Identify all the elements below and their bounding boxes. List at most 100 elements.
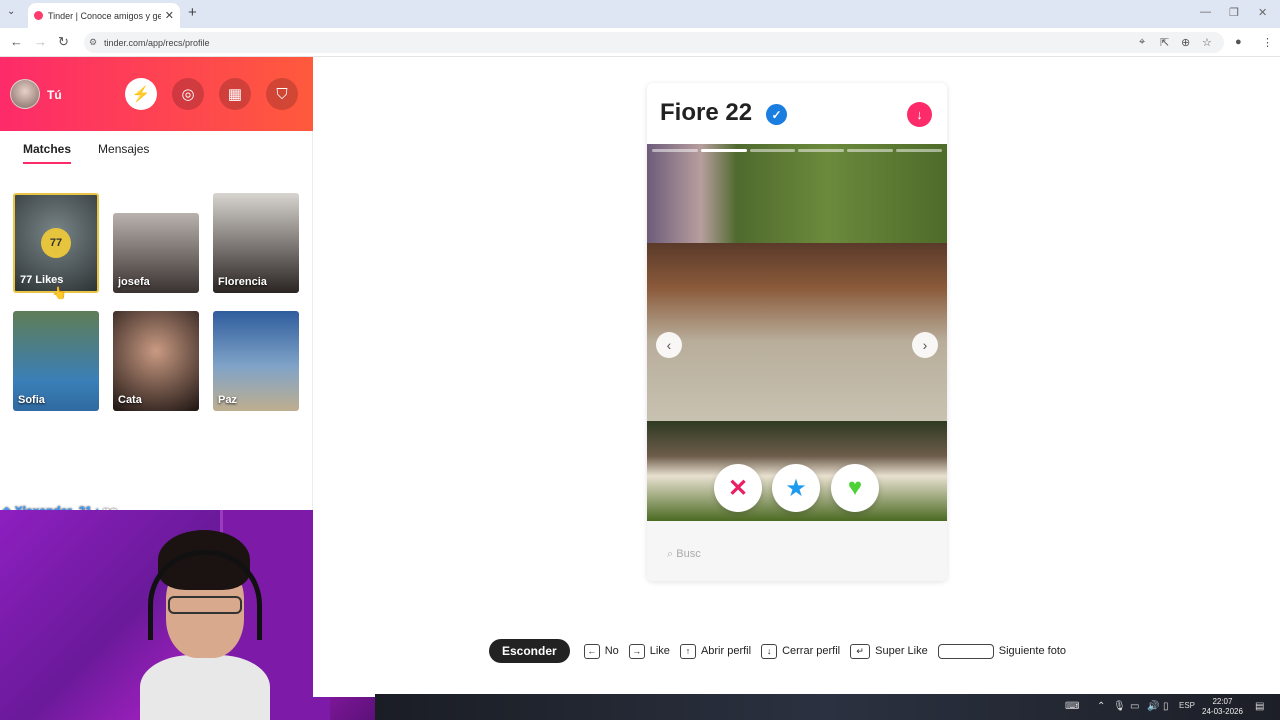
network-icon[interactable]: ▭ — [1130, 701, 1139, 712]
likes-count-badge: 77 — [41, 228, 71, 258]
match-card-sofia[interactable]: Sofia — [13, 311, 99, 411]
browser-tab[interactable]: Tinder | Conoce amigos y gente ✕ — [28, 3, 180, 28]
maximize-icon[interactable]: ❐ — [1229, 6, 1239, 19]
user-name[interactable]: Tú — [47, 88, 62, 102]
install-app-icon[interactable]: ⇱ — [1160, 36, 1169, 49]
shortcut-like: → Like — [628, 643, 670, 659]
battery-icon[interactable]: ▯ — [1163, 701, 1169, 712]
windows-taskbar: ⌨ ⌃ 🎙 ▭ 🔊 ▯ ESP 22:07 24-03-2026 ▤ — [375, 694, 1280, 720]
match-name: Sofia — [18, 394, 45, 406]
match-card-paz[interactable]: Paz — [213, 311, 299, 411]
profile-photo-1[interactable] — [647, 144, 947, 243]
forward-arrow-icon[interactable]: → — [34, 34, 47, 49]
likes-card[interactable]: 77 77 Likes — [13, 193, 99, 293]
match-name: Paz — [218, 394, 237, 406]
location-icon[interactable]: ⌖ — [1139, 36, 1145, 49]
shortcut-label: Siguiente foto — [998, 645, 1067, 657]
down-arrow-key-icon: ↓ — [761, 643, 778, 659]
shortcut-label: Abrir perfil — [700, 645, 752, 657]
avatar[interactable] — [10, 79, 40, 109]
previous-photo-chevron-left-icon[interactable]: ‹ — [656, 332, 682, 358]
profile-icon[interactable]: ● — [1235, 36, 1242, 48]
notifications-icon[interactable]: ▤ — [1255, 701, 1264, 712]
nope-button[interactable]: ✕ — [714, 464, 762, 512]
sidebar-tabs: Matches Mensajes — [23, 142, 149, 164]
enter-key-icon: ↵ — [850, 643, 871, 659]
profile-name-age: Fiore 22 — [660, 99, 753, 126]
tab-mensajes[interactable]: Mensajes — [98, 142, 149, 164]
space-key-icon — [937, 643, 994, 659]
heart-icon: ♥ — [847, 474, 863, 501]
photo-progress-segment — [652, 149, 698, 152]
url-field[interactable]: ⚙ tinder.com/app/recs/profile — [84, 32, 1224, 53]
shortcut-next-photo: Siguiente foto — [937, 643, 1067, 659]
match-card-cata[interactable]: Cata — [113, 311, 199, 411]
chevron-up-icon[interactable]: ⌃ — [1097, 701, 1105, 712]
shortcut-close-profile: ↓ Cerrar perfil — [761, 643, 841, 659]
back-arrow-icon[interactable]: ← — [10, 34, 23, 49]
shortcut-no: ← No — [583, 643, 619, 659]
up-arrow-key-icon: ↑ — [679, 643, 696, 659]
menu-dots-icon[interactable]: ⋮ — [1262, 36, 1273, 49]
search-icon: ⌕ — [667, 548, 674, 560]
like-button[interactable]: ♥ — [831, 464, 879, 512]
profile-photo-2[interactable] — [647, 243, 947, 421]
tab-title: Tinder | Conoce amigos y gente — [48, 10, 161, 21]
next-photo-chevron-right-icon[interactable]: › — [912, 332, 938, 358]
photo-progress-bar — [652, 149, 942, 152]
match-card-florencia[interactable]: Florencia — [213, 193, 299, 293]
volume-icon[interactable]: 🔊 — [1147, 701, 1159, 712]
reload-icon[interactable]: ↻ — [58, 34, 69, 50]
close-tab-icon[interactable]: ✕ — [165, 9, 174, 22]
site-info-icon[interactable]: ⚙ — [89, 37, 97, 48]
search-placeholder: Busc — [676, 548, 701, 560]
explore-compass-icon[interactable]: ◎ — [172, 78, 204, 110]
clock[interactable]: 22:07 24-03-2026 — [1202, 697, 1243, 717]
photo-progress-segment — [896, 149, 942, 152]
new-tab-plus-icon[interactable]: + — [188, 4, 197, 21]
photo-progress-segment — [798, 149, 845, 152]
keyboard-shortcuts-bar: Esconder ← No → Like ↑ Abrir perfil ↓ Cerrar… — [489, 639, 1076, 663]
match-name: Florencia — [218, 276, 267, 288]
close-profile-arrow-down-icon[interactable]: ↓ — [907, 102, 932, 127]
clock-date: 24-03-2026 — [1202, 707, 1243, 716]
x-icon: ✕ — [727, 474, 749, 502]
match-name: Cata — [118, 394, 142, 406]
tab-search-chevron-icon[interactable]: ⌄ — [7, 6, 15, 17]
match-name: josefa — [118, 276, 150, 288]
bookmark-star-icon[interactable]: ☆ — [1202, 36, 1212, 49]
photo-progress-segment — [847, 149, 894, 152]
star-icon: ★ — [785, 474, 807, 502]
webcam-person-body — [140, 655, 270, 720]
main-content: Fiore 22 ✓ ↓ ‹ › ⌕ Busc — [313, 57, 1280, 697]
left-arrow-key-icon: ← — [583, 643, 600, 659]
clock-time: 22:07 — [1212, 697, 1233, 706]
address-bar: ← → ↻ ⚙ tinder.com/app/recs/profile ⌖ ⇱ … — [0, 28, 1280, 57]
briefcase-icon[interactable]: ▦ — [219, 78, 251, 110]
safety-shield-icon[interactable]: ⛉ — [266, 78, 298, 110]
shortcut-label: No — [604, 645, 619, 657]
tinder-favicon-icon — [34, 11, 43, 20]
boost-lightning-icon[interactable]: ⚡ — [125, 78, 157, 110]
shortcut-label: Super Like — [875, 645, 928, 657]
hide-shortcuts-button[interactable]: Esconder — [489, 639, 570, 663]
photo-progress-segment — [700, 149, 747, 152]
verified-badge-icon: ✓ — [766, 104, 787, 125]
language-indicator[interactable]: ESP — [1179, 701, 1195, 710]
close-window-icon[interactable]: ✕ — [1258, 6, 1267, 19]
pointing-hand-icon: 👆 — [52, 286, 67, 300]
match-card-josefa[interactable]: josefa — [113, 213, 199, 293]
tab-matches[interactable]: Matches — [23, 142, 72, 164]
likes-label: 77 Likes — [20, 274, 64, 286]
url-text: tinder.com/app/recs/profile — [104, 37, 210, 48]
microphone-icon[interactable]: 🎙 — [1113, 701, 1126, 712]
shortcut-super-like: ↵ Super Like — [850, 643, 928, 659]
keyboard-icon[interactable]: ⌨ — [1065, 701, 1079, 712]
zoom-icon[interactable]: ⊕ — [1181, 36, 1190, 49]
search-input[interactable]: ⌕ Busc — [667, 548, 701, 561]
photo-progress-segment — [749, 149, 796, 152]
shortcut-label: Cerrar perfil — [782, 645, 841, 657]
shortcut-open-profile: ↑ Abrir perfil — [679, 643, 752, 659]
super-like-button[interactable]: ★ — [772, 464, 820, 512]
minimize-icon[interactable]: — — [1200, 6, 1211, 18]
